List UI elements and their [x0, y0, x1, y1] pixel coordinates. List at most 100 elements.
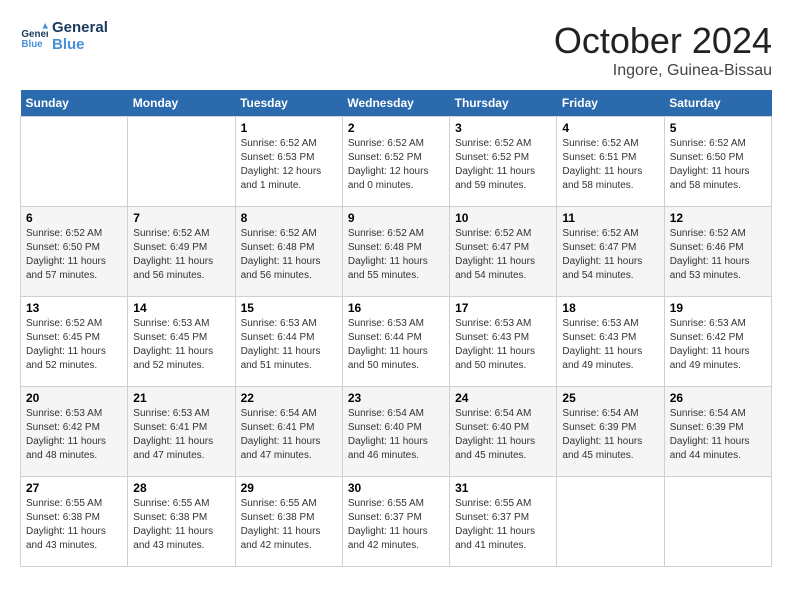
day-number: 13 [26, 301, 122, 315]
day-info: Sunrise: 6:52 AMSunset: 6:49 PMDaylight:… [133, 227, 229, 283]
calendar-cell: 12 Sunrise: 6:52 AMSunset: 6:46 PMDayligh… [664, 207, 771, 297]
calendar-title: October 2024 [554, 20, 772, 62]
calendar-cell [21, 117, 128, 207]
day-number: 17 [455, 301, 551, 315]
day-info: Sunrise: 6:53 AMSunset: 6:43 PMDaylight:… [562, 317, 658, 373]
day-number: 15 [241, 301, 337, 315]
day-number: 25 [562, 391, 658, 405]
calendar-cell: 11 Sunrise: 6:52 AMSunset: 6:47 PMDayligh… [557, 207, 664, 297]
calendar-cell: 13 Sunrise: 6:52 AMSunset: 6:45 PMDayligh… [21, 297, 128, 387]
day-info: Sunrise: 6:52 AMSunset: 6:52 PMDaylight:… [348, 137, 444, 193]
calendar-cell: 30 Sunrise: 6:55 AMSunset: 6:37 PMDayligh… [342, 477, 449, 567]
day-info: Sunrise: 6:53 AMSunset: 6:45 PMDaylight:… [133, 317, 229, 373]
calendar-cell: 22Sunrise: 6:54 AMSunset: 6:41 PMDayligh… [235, 387, 342, 477]
day-number: 9 [348, 211, 444, 225]
day-info: Sunrise: 6:53 AMSunset: 6:44 PMDaylight:… [348, 317, 444, 373]
day-info: Sunrise: 6:54 AMSunset: 6:40 PMDaylight:… [455, 407, 551, 463]
calendar-cell: 18 Sunrise: 6:53 AMSunset: 6:43 PMDayligh… [557, 297, 664, 387]
calendar-cell: 21Sunrise: 6:53 AMSunset: 6:41 PMDayligh… [128, 387, 235, 477]
day-number: 11 [562, 211, 658, 225]
calendar-cell: 27Sunrise: 6:55 AMSunset: 6:38 PMDayligh… [21, 477, 128, 567]
calendar-subtitle: Ingore, Guinea-Bissau [554, 62, 772, 80]
logo-icon: General Blue [20, 23, 48, 51]
day-info: Sunrise: 6:52 AMSunset: 6:50 PMDaylight:… [670, 137, 766, 193]
calendar-cell: 4 Sunrise: 6:52 AMSunset: 6:51 PMDaylight… [557, 117, 664, 207]
calendar-cell: 15 Sunrise: 6:53 AMSunset: 6:44 PMDayligh… [235, 297, 342, 387]
day-info: Sunrise: 6:53 AMSunset: 6:43 PMDaylight:… [455, 317, 551, 373]
day-info: Sunrise: 6:52 AMSunset: 6:51 PMDaylight:… [562, 137, 658, 193]
day-info: Sunrise: 6:52 AMSunset: 6:48 PMDaylight:… [348, 227, 444, 283]
day-info: Sunrise: 6:54 AMSunset: 6:39 PMDaylight:… [670, 407, 766, 463]
calendar-cell: 6 Sunrise: 6:52 AMSunset: 6:50 PMDaylight… [21, 207, 128, 297]
calendar-cell [664, 477, 771, 567]
logo: General Blue General Blue [20, 20, 108, 53]
day-number: 18 [562, 301, 658, 315]
day-number: 19 [670, 301, 766, 315]
day-info: Sunrise: 6:52 AMSunset: 6:45 PMDaylight:… [26, 317, 122, 373]
day-info: Sunrise: 6:52 AMSunset: 6:47 PMDaylight:… [562, 227, 658, 283]
day-number: 28 [133, 481, 229, 495]
day-header-saturday: Saturday [664, 90, 771, 117]
day-header-tuesday: Tuesday [235, 90, 342, 117]
day-header-sunday: Sunday [21, 90, 128, 117]
day-header-wednesday: Wednesday [342, 90, 449, 117]
day-number: 3 [455, 121, 551, 135]
day-number: 7 [133, 211, 229, 225]
header: General Blue General Blue October 2024 I… [20, 20, 772, 80]
day-number: 8 [241, 211, 337, 225]
calendar-week-1: 1Sunrise: 6:52 AMSunset: 6:53 PMDaylight… [21, 117, 772, 207]
day-number: 12 [670, 211, 766, 225]
day-number: 23 [348, 391, 444, 405]
calendar-cell: 9 Sunrise: 6:52 AMSunset: 6:48 PMDaylight… [342, 207, 449, 297]
day-info: Sunrise: 6:53 AMSunset: 6:41 PMDaylight:… [133, 407, 229, 463]
calendar-cell: 25Sunrise: 6:54 AMSunset: 6:39 PMDayligh… [557, 387, 664, 477]
day-number: 6 [26, 211, 122, 225]
calendar-cell: 23 Sunrise: 6:54 AMSunset: 6:40 PMDayligh… [342, 387, 449, 477]
calendar-cell: 26 Sunrise: 6:54 AMSunset: 6:39 PMDayligh… [664, 387, 771, 477]
calendar-cell: 14Sunrise: 6:53 AMSunset: 6:45 PMDayligh… [128, 297, 235, 387]
day-number: 16 [348, 301, 444, 315]
title-area: October 2024 Ingore, Guinea-Bissau [554, 20, 772, 80]
day-info: Sunrise: 6:55 AMSunset: 6:37 PMDaylight:… [455, 497, 551, 553]
day-number: 22 [241, 391, 337, 405]
day-info: Sunrise: 6:53 AMSunset: 6:42 PMDaylight:… [670, 317, 766, 373]
calendar-cell: 1Sunrise: 6:52 AMSunset: 6:53 PMDaylight… [235, 117, 342, 207]
day-number: 31 [455, 481, 551, 495]
day-info: Sunrise: 6:52 AMSunset: 6:47 PMDaylight:… [455, 227, 551, 283]
calendar-cell: 16 Sunrise: 6:53 AMSunset: 6:44 PMDayligh… [342, 297, 449, 387]
calendar-cell: 7 Sunrise: 6:52 AMSunset: 6:49 PMDaylight… [128, 207, 235, 297]
calendar-cell: 19 Sunrise: 6:53 AMSunset: 6:42 PMDayligh… [664, 297, 771, 387]
calendar-cell: 17 Sunrise: 6:53 AMSunset: 6:43 PMDayligh… [450, 297, 557, 387]
day-number: 26 [670, 391, 766, 405]
svg-text:Blue: Blue [21, 38, 43, 49]
day-info: Sunrise: 6:52 AMSunset: 6:46 PMDaylight:… [670, 227, 766, 283]
day-header-thursday: Thursday [450, 90, 557, 117]
day-number: 5 [670, 121, 766, 135]
day-number: 10 [455, 211, 551, 225]
calendar-week-3: 13 Sunrise: 6:52 AMSunset: 6:45 PMDayligh… [21, 297, 772, 387]
day-number: 20 [26, 391, 122, 405]
day-number: 24 [455, 391, 551, 405]
day-number: 30 [348, 481, 444, 495]
calendar-cell: 28 Sunrise: 6:55 AMSunset: 6:38 PMDayligh… [128, 477, 235, 567]
day-info: Sunrise: 6:54 AMSunset: 6:40 PMDaylight:… [348, 407, 444, 463]
calendar-week-2: 6 Sunrise: 6:52 AMSunset: 6:50 PMDaylight… [21, 207, 772, 297]
day-info: Sunrise: 6:55 AMSunset: 6:38 PMDaylight:… [241, 497, 337, 553]
day-info: Sunrise: 6:55 AMSunset: 6:38 PMDaylight:… [133, 497, 229, 553]
calendar-header-row: SundayMondayTuesdayWednesdayThursdayFrid… [21, 90, 772, 117]
day-info: Sunrise: 6:53 AMSunset: 6:44 PMDaylight:… [241, 317, 337, 373]
calendar-week-5: 27 Sunrise: 6:55 AMSunset: 6:38 PMDayligh… [21, 477, 772, 567]
calendar-cell: 10 Sunrise: 6:52 AMSunset: 6:47 PMDayligh… [450, 207, 557, 297]
day-number: 27 [26, 481, 122, 495]
day-info: Sunrise: 6:52 AMSunset: 6:48 PMDaylight:… [241, 227, 337, 283]
calendar-cell: 24 Sunrise: 6:54 AMSunset: 6:40 PMDayligh… [450, 387, 557, 477]
day-info: Sunrise: 6:53 AMSunset: 6:42 PMDaylight:… [26, 407, 122, 463]
calendar-cell [128, 117, 235, 207]
calendar-cell: 3 Sunrise: 6:52 AMSunset: 6:52 PMDaylight… [450, 117, 557, 207]
day-info: Sunrise: 6:52 AMSunset: 6:50 PMDaylight:… [26, 227, 122, 283]
calendar-cell [557, 477, 664, 567]
calendar-cell: 29Sunrise: 6:55 AMSunset: 6:38 PMDayligh… [235, 477, 342, 567]
day-info: Sunrise: 6:52 AMSunset: 6:52 PMDaylight:… [455, 137, 551, 193]
day-number: 4 [562, 121, 658, 135]
day-info: Sunrise: 6:55 AMSunset: 6:37 PMDaylight:… [348, 497, 444, 553]
